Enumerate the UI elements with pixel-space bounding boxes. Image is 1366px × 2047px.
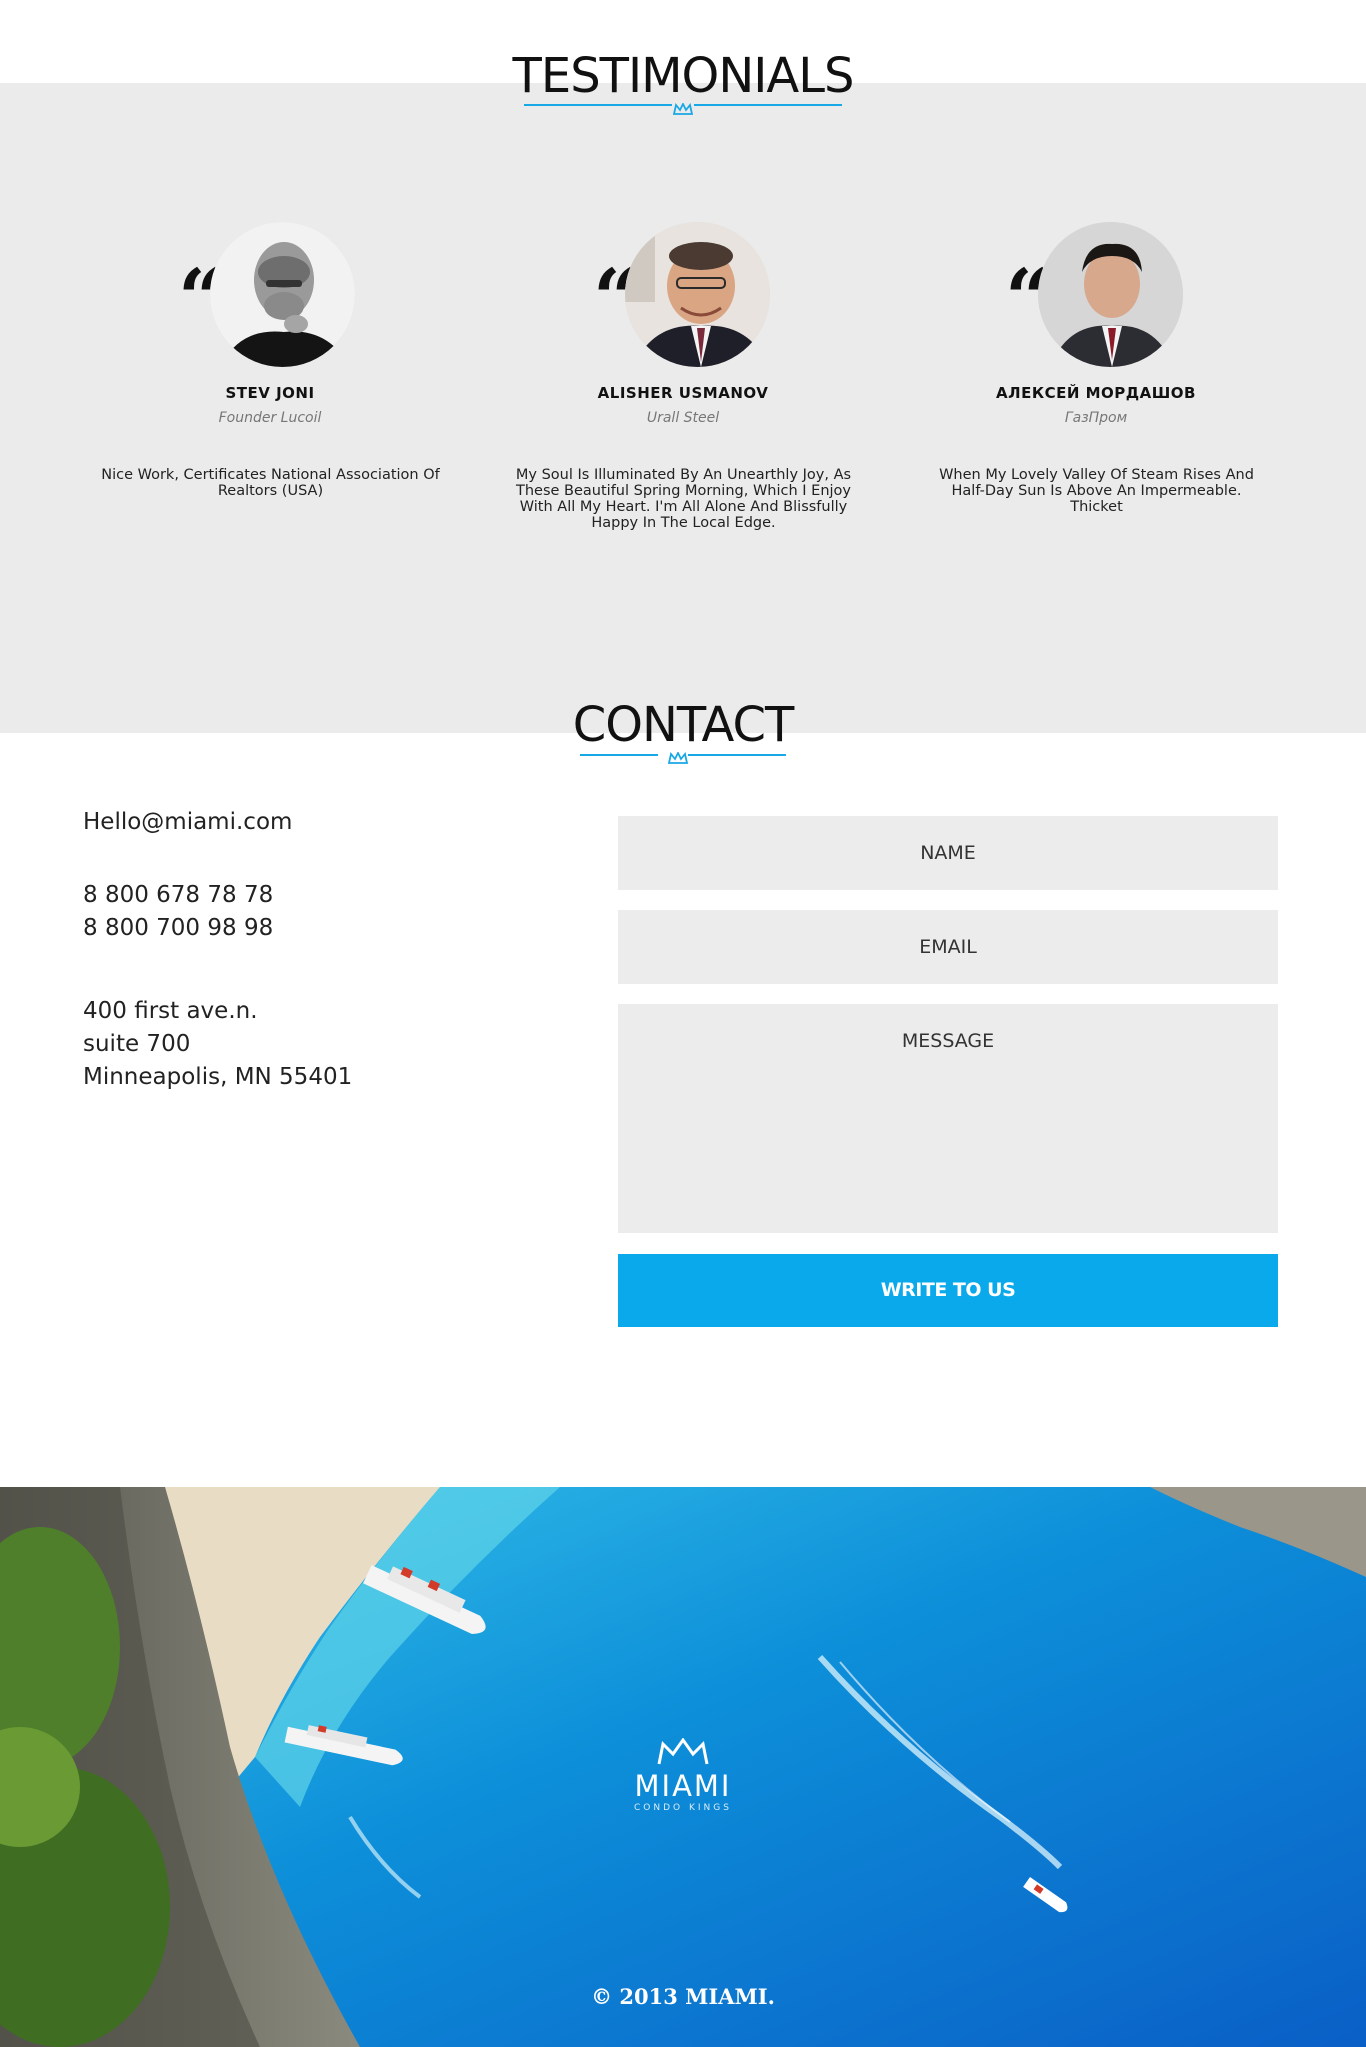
name-field[interactable]: NAME — [618, 816, 1278, 890]
avatar — [625, 222, 770, 367]
copyright-text: © 2013 MIAMI. — [591, 1984, 775, 2009]
footer-logo[interactable]: MIAMI CONDO KINGS — [620, 1737, 746, 1814]
write-to-us-button[interactable]: WRITE TO US — [618, 1254, 1278, 1327]
testimonial-name: STEV JONI — [225, 384, 315, 402]
address-line: 400 first ave.n. — [83, 998, 258, 1024]
testimonial-text: My Soul Is Illuminated By An Unearthly J… — [515, 467, 852, 531]
address-line: Minneapolis, MN 55401 — [83, 1064, 353, 1090]
message-placeholder: MESSAGE — [901, 1030, 995, 1052]
testimonial-text: When My Lovely Valley Of Steam Rises And… — [939, 467, 1254, 515]
testimonial-card: “ STEV JONI Founder Lucoil Nice Work, Ce… — [90, 210, 450, 560]
testimonial-name: АЛЕКСЕЙ МОРДАШОВ — [996, 384, 1196, 402]
testimonial-role: Urall Steel — [646, 410, 720, 426]
avatar — [210, 222, 355, 367]
crown-icon — [668, 752, 688, 764]
contact-phone[interactable]: 8 800 678 78 78 — [83, 879, 273, 912]
email-field[interactable]: EMAIL — [618, 910, 1278, 984]
testimonial-card: “ ALISHER USMANOV Urall Steel My Soul Is… — [503, 210, 863, 560]
contact-email[interactable]: Hello@miami.com — [83, 806, 292, 839]
title-underline-left — [580, 754, 658, 756]
avatar — [1038, 222, 1183, 367]
address-line: suite 700 — [83, 1031, 191, 1057]
title-underline-right — [694, 104, 842, 106]
testimonial-card: “ АЛЕКСЕЙ МОРДАШОВ ГазПром When My Lovel… — [916, 210, 1276, 560]
title-underline-right — [688, 754, 786, 756]
crown-icon — [673, 103, 693, 115]
testimonial-role: ГазПром — [1064, 410, 1128, 426]
message-field[interactable]: MESSAGE — [618, 1004, 1278, 1233]
testimonial-text: Nice Work, Certificates National Associa… — [101, 467, 440, 499]
testimonial-role: Founder Lucoil — [218, 410, 322, 426]
title-underline-left — [524, 104, 672, 106]
name-placeholder: NAME — [920, 842, 976, 864]
contact-title: CONTACT — [572, 697, 795, 753]
logo-tagline: CONDO KINGS — [634, 1803, 732, 1813]
testimonials-title: TESTIMONIALS — [512, 48, 855, 104]
email-placeholder: EMAIL — [919, 936, 977, 958]
contact-phone[interactable]: 8 800 700 98 98 — [83, 912, 273, 945]
logo-wordmark: MIAMI — [634, 1769, 732, 1803]
crown-icon — [657, 1737, 709, 1765]
testimonial-name: ALISHER USMANOV — [597, 384, 769, 402]
